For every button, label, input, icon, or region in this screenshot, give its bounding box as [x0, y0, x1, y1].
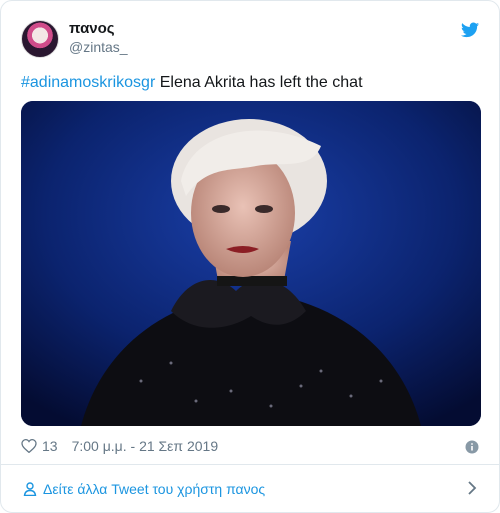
like-count: 13	[42, 438, 58, 454]
more-tweets-label[interactable]: Δείτε άλλα Tweet του χρήστη πανος	[43, 481, 265, 497]
timestamp[interactable]: 7:00 μ.μ. - 21 Σεπ 2019	[72, 438, 219, 454]
twitter-bird-icon[interactable]	[461, 22, 479, 38]
tweet-body: Elena Akrita has left the chat	[155, 74, 363, 91]
display-name[interactable]: πανος	[69, 20, 115, 37]
person-icon	[23, 481, 37, 496]
chevron-right-icon[interactable]	[467, 481, 477, 495]
hashtag-link[interactable]: #adinamoskrikosgr	[21, 74, 155, 91]
avatar[interactable]	[21, 20, 59, 58]
tweet-card: πανος @zintas_ #adinamoskrikosgr Elena A…	[0, 0, 500, 513]
user-handle[interactable]: @zintas_	[69, 39, 128, 55]
tweet-text: #adinamoskrikosgr Elena Akrita has left …	[21, 74, 363, 92]
more-tweets-link[interactable]: Δείτε άλλα Tweet του χρήστη πανος	[1, 465, 499, 512]
tweet-media[interactable]	[21, 101, 481, 426]
info-icon[interactable]	[465, 440, 479, 454]
media-image	[21, 101, 481, 426]
heart-icon[interactable]	[21, 439, 37, 453]
tweet-meta: 13 7:00 μ.μ. - 21 Σεπ 2019	[21, 438, 218, 454]
